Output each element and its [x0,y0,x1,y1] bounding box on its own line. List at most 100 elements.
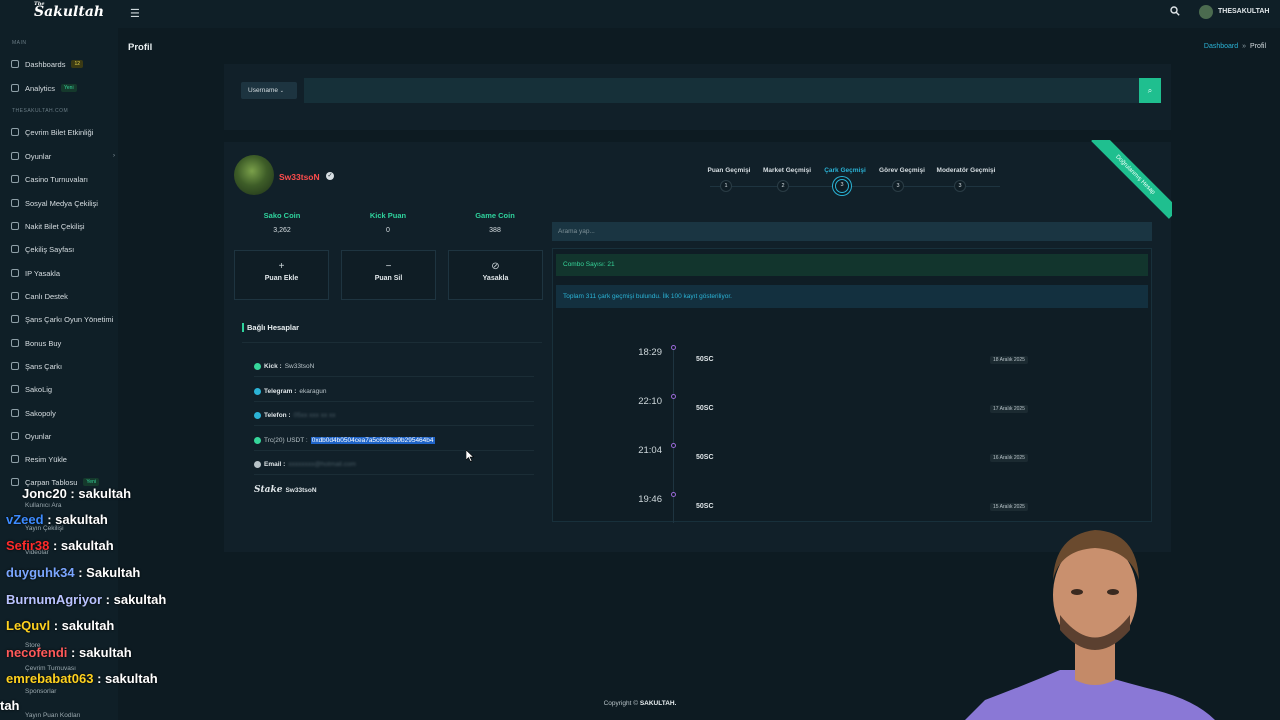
chat-message: emrebabat063 : sakultah [6,671,158,686]
sidebar-item-casino-turnuvaları[interactable]: Casino Turnuvaları [11,172,115,186]
sidebar-item-sponsorlar[interactable]: Sponsorlar [25,688,56,695]
tab-count-puan[interactable]: 1 [720,180,732,192]
sidebar-item-yayin-puan-kodlari[interactable]: Yayın Puan Kodları [25,712,81,719]
menu-item-icon [11,432,19,440]
stat-label-game-coin: Game Coin [475,211,515,220]
ban-button[interactable]: ⊘ Yasakla [448,250,543,300]
sidebar-item-sakolig[interactable]: SakoLig [11,382,115,396]
sidebar-item-dashboards[interactable]: Dashboards 12 [11,57,115,71]
page-title: Profil [128,42,153,53]
tab-count-moderator[interactable]: 3 [954,180,966,192]
user-avatar[interactable] [1199,5,1213,19]
stat-value-kick-puan: 0 [386,227,390,234]
linked-account-phone: Telefon : 05xx xxx xx xx [254,406,534,426]
sidebar-item-label: Resim Yükle [25,454,67,464]
timeline-time: 21:04 [638,445,662,456]
menu-item-icon [11,478,19,486]
menu-toggle-icon[interactable]: ☰ [130,7,140,20]
chat-message: necofendi : sakultah [6,645,132,660]
breadcrumb: Dashboard » Profil [1204,43,1266,50]
sidebar-item-sakopoly[interactable]: Sakopoly [11,406,115,420]
timeline-dot [671,345,676,350]
sidebar-item-oyunlar[interactable]: Oyunlar [11,429,115,443]
sidebar-item-kullanici-ara[interactable]: Kullanıcı Ara [25,502,62,509]
sidebar-item-label: Bonus Buy [25,338,62,348]
search-icon: ⌕ [1147,86,1153,95]
sidebar-item-bonus-buy[interactable]: Bonus Buy [11,336,115,350]
user-name[interactable]: THESAKULTAH [1218,8,1269,15]
sidebar-item-çekiliş-sayfası[interactable]: Çekiliş Sayfası [11,242,115,256]
sidebar-item-canlı-destek[interactable]: Canlı Destek [11,289,115,303]
search-input[interactable] [304,78,1139,103]
tab-count-cark[interactable]: 3 [835,179,849,193]
app-logo[interactable]: The Sakultah [34,1,104,20]
menu-item-icon [11,385,19,393]
sidebar-item-label: Şans Çarkı Oyun Yönetimi [25,314,114,324]
stat-label-kick-puan: Kick Puan [369,211,407,220]
phone-icon [254,412,261,419]
search-type-select[interactable]: Username ⌄ [241,82,297,99]
sidebar-item-oyunlar[interactable]: Oyunlar › [11,149,115,163]
sidebar-item-analytics[interactable]: Analytics Yeni [11,81,115,95]
chat-username: Jonc20 [22,486,67,501]
sidebar-item-resim-yükle[interactable]: Resim Yükle [11,452,115,466]
chat-message: duyguhk34 : Sakultah [6,565,140,580]
sidebar-section-main: MAIN [12,40,27,46]
timeline-value: 50SC [696,356,714,363]
chat-text: : sakultah [66,486,132,501]
chat-username: BurnumAgriyor [6,592,103,607]
menu-item-icon [11,339,19,347]
sidebar-item-label: Casino Turnuvaları [25,174,88,184]
menu-item-icon [11,222,19,230]
chat-username: duyguhk34 [6,565,75,580]
sidebar-item-sosyal-medya-çekilişi[interactable]: Sosyal Medya Çekilişi [11,196,115,210]
linked-account-telegram: Telegram : ekaragun [254,382,534,402]
chevron-right-icon: › [113,153,115,159]
add-points-button[interactable]: + Puan Ekle [234,250,329,300]
timeline-date: 17 Aralık 2025 [990,405,1028,413]
tab-moderator-gecmisi[interactable]: Moderatör Geçmişi [931,167,1001,174]
tab-gorev-gecmisi[interactable]: Görev Geçmişi [867,167,937,174]
chat-text: : Sakultah [74,565,141,580]
chat-text: : sakultah [49,538,114,553]
menu-item-icon [11,152,19,160]
timeline-time: 18:29 [638,347,662,358]
sidebar-item-label: Canlı Destek [25,291,68,301]
sidebar-item-ip-yasakla[interactable]: IP Yasakla [11,266,115,280]
sidebar-item-label: Dashboards [25,59,66,69]
menu-item-icon [11,409,19,417]
linked-account-usdt: Trc(20) USDT : 0xdb0d4b0504cea7a5c628ba9… [254,431,534,451]
tab-count-market[interactable]: 2 [777,180,789,192]
remove-points-button[interactable]: − Puan Sil [341,250,436,300]
timeline-date: 15 Aralık 2025 [990,503,1028,511]
breadcrumb-dashboard[interactable]: Dashboard [1204,43,1238,50]
kick-icon [254,363,261,370]
chat-message: Sefir38 : sakultah [6,538,114,553]
sidebar-item-çevrim-bilet-etkinliği[interactable]: Çevrim Bilet Etkinliği [11,125,115,139]
topbar: ☰ THESAKULTAH [118,0,1280,28]
ban-icon: ⊘ [491,261,500,272]
chat-message: LeQuvl : sakultah [6,618,114,633]
sidebar-item-label: Sosyal Medya Çekilişi [25,198,98,208]
sidebar-badge: Yeni [83,478,99,486]
sidebar-item-şans-çarkı-oyun-yönetimi[interactable]: Şans Çarkı Oyun Yönetimi [11,312,115,326]
stat-value-sako-coin: 3,262 [273,227,291,234]
chat-username: LeQuvl [6,618,51,633]
menu-item-icon [11,84,19,92]
history-filter-input[interactable]: Arama yap... [552,222,1152,241]
chat-username: emrebabat063 [6,671,94,686]
sidebar-item-şans-çarkı[interactable]: Şans Çarkı [11,359,115,373]
stat-label-sako-coin: Sako Coin [263,211,301,220]
sidebar-item-label: Analytics [25,83,56,93]
timeline-date: 16 Aralık 2025 [990,454,1028,462]
sidebar-badge: Yeni [61,84,77,92]
chat-username: necofendi [6,645,68,660]
menu-item-icon [11,269,19,277]
sidebar: The Sakultah MAIN THESAKULTAH.COM Dashboa… [0,0,118,720]
sidebar-item-label: Oyunlar [25,431,52,441]
tab-count-gorev[interactable]: 3 [892,180,904,192]
search-icon[interactable] [1170,6,1180,19]
search-button[interactable]: ⌕ [1139,78,1161,103]
sidebar-item-nakit-bilet-çekilişi[interactable]: Nakit Bilet Çekilişi [11,219,115,233]
timeline-dot [671,492,676,497]
